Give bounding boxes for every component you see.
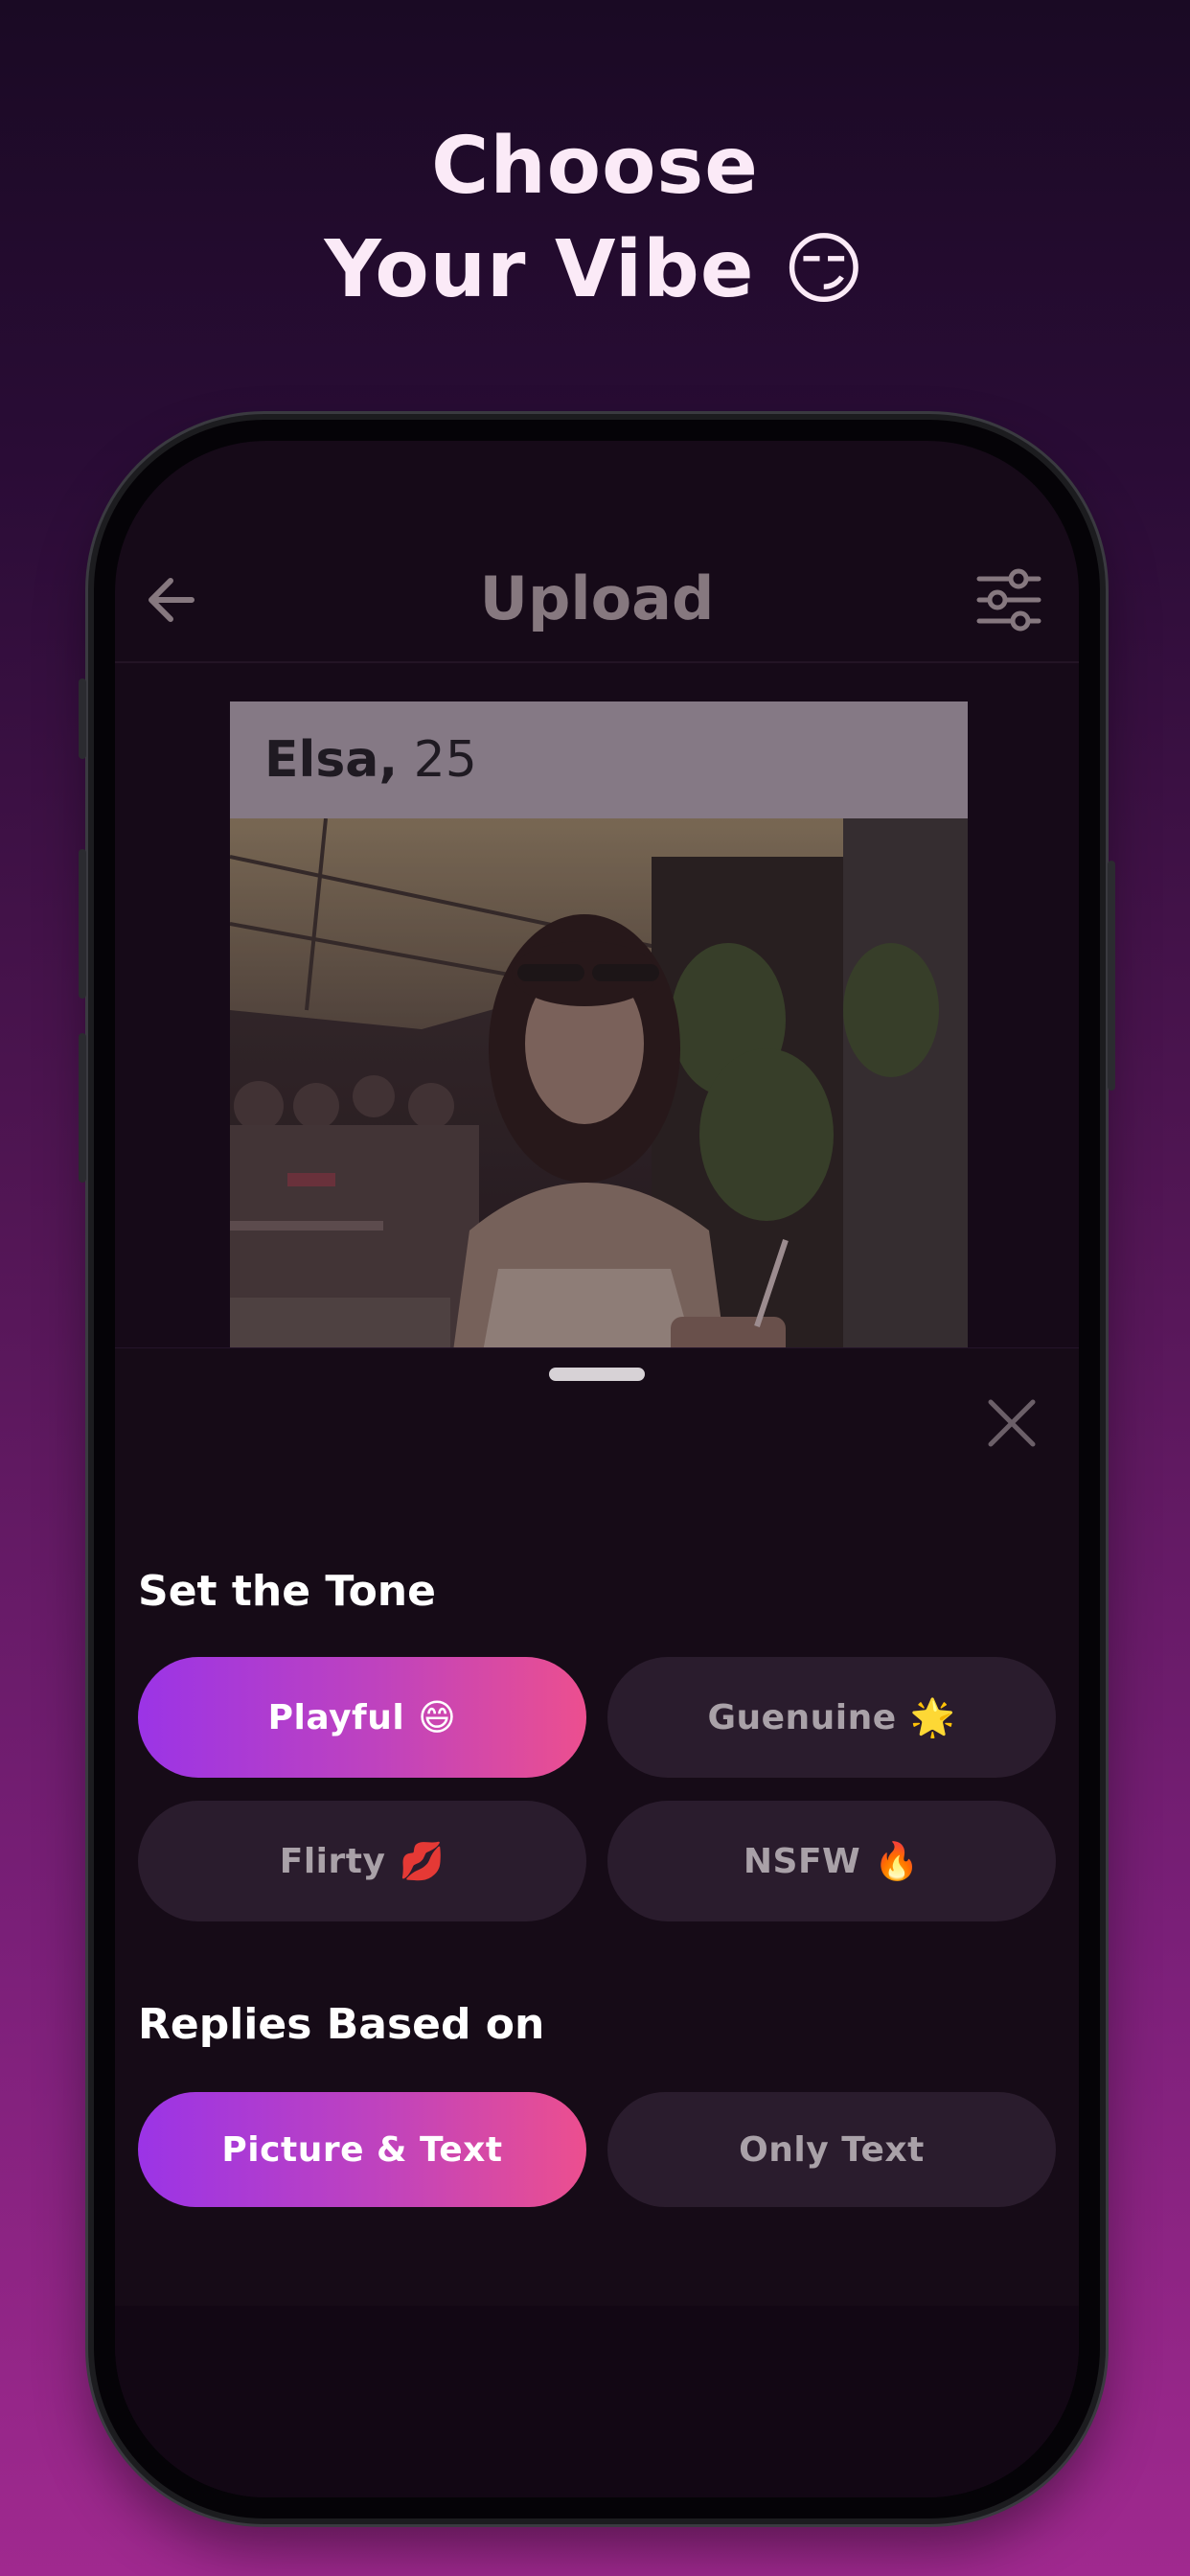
tone-flirty-button[interactable]: Flirty 💋	[138, 1801, 586, 1921]
home-indicator-area	[115, 2306, 1079, 2497]
profile-name: Elsa,	[264, 731, 399, 789]
replies-only-text-button[interactable]: Only Text	[607, 2092, 1056, 2207]
tone-bottom-sheet: Set the Tone Playful 😄 Guenuine 🌟 Flirty 💋 …	[115, 1347, 1079, 2307]
hero-line-2-text: Your Vibe	[324, 224, 755, 315]
tone-label: Flirty	[279, 1841, 386, 1881]
tone-section-label: Set the Tone	[138, 1567, 436, 1616]
top-bar: Upload	[115, 546, 1079, 652]
replies-section-label: Replies Based on	[138, 2000, 545, 2049]
profile-photo	[230, 818, 968, 1372]
app-screen: Upload Elsa, 25 Set the Tone Playful 😄 G…	[115, 441, 1079, 2497]
lips-emoji-icon: 💋	[399, 1839, 446, 1882]
grin-emoji-icon: 😄	[418, 1696, 457, 1738]
tone-label: Playful	[267, 1697, 405, 1737]
profile-card: Elsa, 25	[230, 702, 968, 1372]
tone-nsfw-button[interactable]: NSFW 🔥	[607, 1801, 1056, 1921]
fire-emoji-icon: 🔥	[874, 1839, 921, 1882]
phone-side-button	[1108, 861, 1115, 1091]
header-divider	[115, 661, 1079, 663]
hero-line-2: Your Vibe 😏	[0, 218, 1190, 322]
hero-line-1: Choose	[431, 121, 759, 212]
profile-age: 25	[413, 731, 477, 789]
replies-option-label: Picture & Text	[221, 2129, 503, 2170]
close-button[interactable]	[983, 1394, 1041, 1452]
filter-button[interactable]	[973, 565, 1042, 634]
tone-playful-button[interactable]: Playful 😄	[138, 1657, 586, 1778]
phone-frame: Upload Elsa, 25 Set the Tone Playful 😄 G…	[79, 420, 1115, 2518]
hero-heading: Choose Your Vibe 😏	[0, 115, 1190, 322]
tone-genuine-button[interactable]: Guenuine 🌟	[607, 1657, 1056, 1778]
smirk-emoji-icon: 😏	[783, 224, 866, 315]
phone-side-button	[79, 678, 86, 759]
profile-header: Elsa, 25	[230, 702, 968, 818]
close-icon	[988, 1399, 1036, 1447]
tone-label: Guenuine	[707, 1697, 897, 1737]
tone-label: NSFW	[743, 1841, 861, 1881]
sparkle-emoji-icon: 🌟	[909, 1695, 956, 1738]
page-title: Upload	[479, 564, 715, 633]
drag-handle[interactable]	[549, 1368, 645, 1381]
replies-option-label: Only Text	[739, 2129, 925, 2170]
phone-side-button	[79, 849, 86, 999]
replies-picture-text-button[interactable]: Picture & Text	[138, 2092, 586, 2207]
sliders-icon	[976, 568, 1041, 632]
phone-side-button	[79, 1033, 86, 1183]
